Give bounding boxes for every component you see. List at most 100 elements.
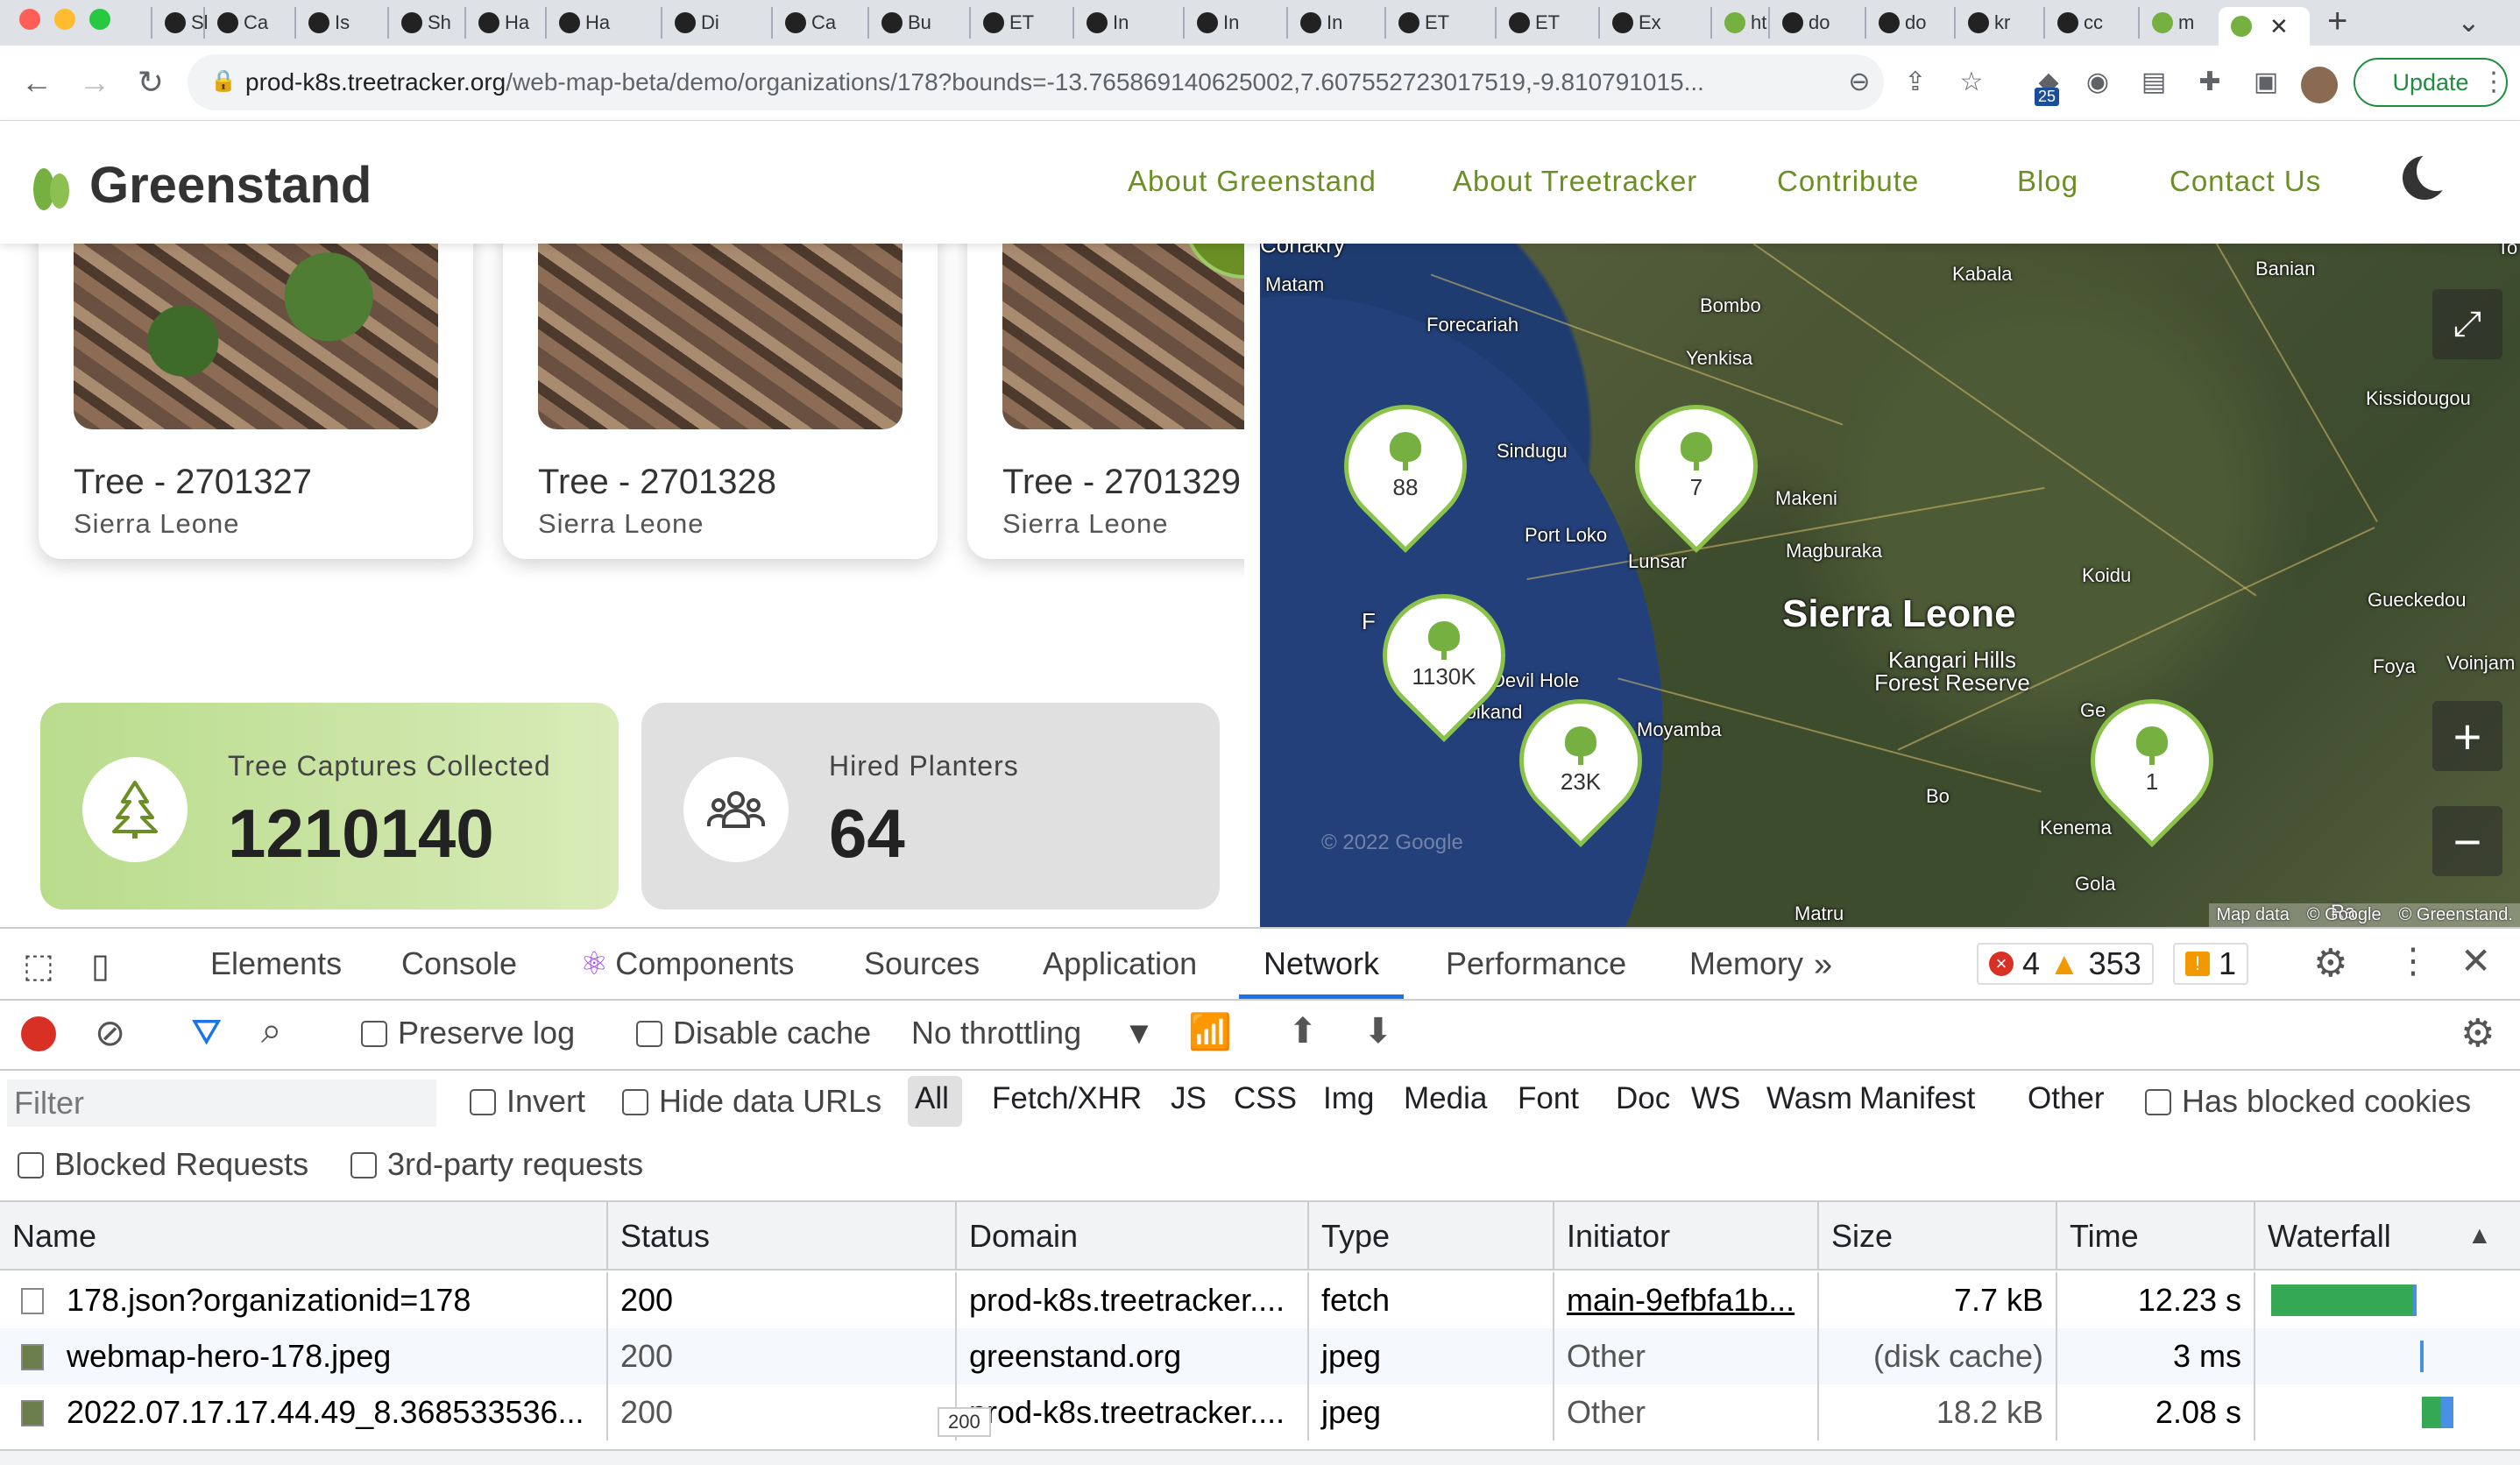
- tab-search-icon[interactable]: ⌄: [2457, 5, 2481, 39]
- browser-tab[interactable]: In: [1286, 7, 1342, 39]
- browser-tab[interactable]: Ca: [771, 7, 836, 39]
- column-name[interactable]: Name: [0, 1202, 608, 1270]
- type-filter-manifest[interactable]: Manifest: [1859, 1081, 1975, 1116]
- invert-checkbox[interactable]: Invert: [470, 1083, 585, 1120]
- filter-input[interactable]: Filter: [7, 1079, 436, 1127]
- browser-tab[interactable]: ht: [1710, 7, 1766, 39]
- type-filter-ws[interactable]: WS: [1691, 1081, 1740, 1116]
- column-type[interactable]: Type: [1309, 1202, 1554, 1270]
- close-window-button[interactable]: [19, 9, 40, 30]
- column-status[interactable]: Status: [608, 1202, 957, 1270]
- tree-cluster-marker[interactable]: 1: [2065, 674, 2239, 848]
- throttling-select[interactable]: No throttling ▼: [911, 1015, 1155, 1051]
- browser-tab[interactable]: m: [2138, 7, 2194, 39]
- type-filter-fetchxhr[interactable]: Fetch/XHR: [992, 1081, 1142, 1116]
- filter-icon[interactable]: ⛛: [191, 1011, 222, 1054]
- type-filter-js[interactable]: JS: [1171, 1081, 1207, 1116]
- zoom-icon[interactable]: ⊖: [1842, 65, 1877, 100]
- column-size[interactable]: Size: [1819, 1202, 2057, 1270]
- back-button[interactable]: ←: [16, 61, 58, 103]
- network-conditions-icon[interactable]: 📶: [1188, 1011, 1232, 1052]
- zoom-out-button[interactable]: −: [2432, 806, 2502, 876]
- browser-tab[interactable]: Ha: [545, 7, 610, 39]
- address-bar[interactable]: 🔒 prod-k8s.treetracker.org/web-map-beta/…: [188, 54, 1884, 110]
- fullscreen-icon[interactable]: ⤢: [2432, 289, 2502, 359]
- cell-initiator[interactable]: main-9efbfa1b...: [1554, 1272, 1819, 1328]
- devtools-tab-network[interactable]: Network: [1239, 929, 1405, 999]
- export-har-icon[interactable]: ⬇: [1363, 1011, 1393, 1051]
- nav-blog[interactable]: Blog: [2017, 165, 2078, 198]
- table-row[interactable]: 2022.07.17.17.44.49_8.368533536... 200 pro…: [0, 1384, 2520, 1440]
- preserve-log-checkbox[interactable]: Preserve log: [361, 1015, 575, 1051]
- disable-cache-checkbox[interactable]: Disable cache: [636, 1015, 871, 1051]
- column-initiator[interactable]: Initiator: [1554, 1202, 1819, 1270]
- attribution-map-data[interactable]: Map data: [2216, 905, 2289, 925]
- record-button[interactable]: [21, 1016, 56, 1051]
- column-domain[interactable]: Domain: [957, 1202, 1309, 1270]
- share-icon[interactable]: ⇪: [1898, 65, 1933, 100]
- issues-counter[interactable]: ! 1: [2173, 943, 2249, 985]
- type-filter-font[interactable]: Font: [1518, 1081, 1579, 1116]
- devtools-tab-performance[interactable]: Performance: [1446, 929, 1626, 999]
- console-counters[interactable]: × 4 ▲ 353: [1977, 943, 2154, 985]
- bookmark-star-icon[interactable]: ☆: [1954, 65, 1989, 100]
- profile-avatar[interactable]: [2301, 67, 2338, 103]
- minimize-window-button[interactable]: [54, 9, 75, 30]
- browser-tab[interactable]: do: [1865, 7, 1926, 39]
- browser-tab[interactable]: Bu: [867, 7, 931, 39]
- inspect-element-icon[interactable]: ⬚: [23, 946, 54, 986]
- devtools-tab-components[interactable]: ⚛ Components: [580, 929, 794, 999]
- network-settings-icon[interactable]: ⚙: [2460, 1011, 2495, 1056]
- nav-contribute[interactable]: Contribute: [1777, 165, 1919, 198]
- tree-cluster-marker[interactable]: 23K: [1494, 674, 1667, 848]
- close-tab-icon[interactable]: ✕: [2269, 13, 2289, 40]
- type-filter-all[interactable]: All: [915, 1081, 949, 1116]
- browser-tab[interactable]: Ca: [203, 7, 268, 39]
- tree-card[interactable]: Tree - 2701329 Sierra Leone: [967, 244, 1260, 559]
- reload-button[interactable]: ↻: [130, 61, 172, 103]
- device-toolbar-icon[interactable]: ▯: [91, 946, 110, 986]
- tree-cluster-marker[interactable]: 88: [1319, 379, 1492, 554]
- extension-panda-icon[interactable]: ◉: [2080, 65, 2115, 100]
- browser-tab[interactable]: In: [1072, 7, 1129, 39]
- browser-tab[interactable]: Di: [661, 7, 719, 39]
- browser-tab[interactable]: Is: [294, 7, 350, 39]
- extensions-puzzle-icon[interactable]: ✚: [2192, 65, 2227, 100]
- browser-tab[interactable]: do: [1768, 7, 1830, 39]
- tree-cluster-marker[interactable]: 1130K: [1357, 569, 1531, 743]
- browser-tab[interactable]: kr: [1954, 7, 2010, 39]
- type-filter-css[interactable]: CSS: [1234, 1081, 1297, 1116]
- table-row[interactable]: 178.json?organizationid=178 200 prod-k8s.t…: [0, 1272, 2520, 1328]
- browser-tab[interactable]: Ha: [464, 7, 529, 39]
- devtools-tab-memory[interactable]: Memory: [1689, 929, 1803, 999]
- tree-cluster-marker[interactable]: 7: [1610, 379, 1783, 554]
- devtools-menu-icon[interactable]: ⋮: [2396, 941, 2431, 981]
- type-filter-media[interactable]: Media: [1404, 1081, 1487, 1116]
- has-blocked-cookies-checkbox[interactable]: Has blocked cookies: [2145, 1083, 2471, 1120]
- nav-contact-us[interactable]: Contact Us: [2170, 165, 2321, 198]
- devtools-tab-application[interactable]: Application: [1043, 929, 1197, 999]
- blocked-requests-checkbox[interactable]: Blocked Requests: [18, 1146, 308, 1183]
- devtools-tab-elements[interactable]: Elements: [210, 929, 342, 999]
- browser-tab[interactable]: ET: [1384, 7, 1449, 39]
- search-icon[interactable]: ⌕: [261, 1009, 282, 1052]
- close-devtools-icon[interactable]: ✕: [2460, 939, 2491, 982]
- zoom-in-button[interactable]: +: [2432, 701, 2502, 771]
- tree-card[interactable]: Tree - 2701327 Sierra Leone: [39, 244, 473, 559]
- hide-data-urls-checkbox[interactable]: Hide data URLs: [622, 1083, 881, 1120]
- maximize-window-button[interactable]: [89, 9, 110, 30]
- import-har-icon[interactable]: ⬆: [1288, 1011, 1318, 1051]
- type-filter-doc[interactable]: Doc: [1616, 1081, 1670, 1116]
- forward-button[interactable]: →: [74, 61, 116, 103]
- browser-tab[interactable]: Sh: [387, 7, 451, 39]
- browser-tab[interactable]: Sl: [151, 7, 209, 39]
- browser-tab[interactable]: ET: [1495, 7, 1560, 39]
- devtools-tab-console[interactable]: Console: [401, 929, 517, 999]
- tree-card[interactable]: Tree - 2701328 Sierra Leone: [503, 244, 938, 559]
- greenstand-logo[interactable]: Greenstand: [30, 156, 372, 215]
- browser-tab[interactable]: cc: [2043, 7, 2103, 39]
- nav-about-treetracker[interactable]: About Treetracker: [1453, 165, 1697, 198]
- browser-tab[interactable]: Ex: [1598, 7, 1661, 39]
- table-row[interactable]: webmap-hero-178.jpeg 200 greenstand.org jpe…: [0, 1328, 2520, 1384]
- active-browser-tab[interactable]: ✕: [2219, 7, 2310, 46]
